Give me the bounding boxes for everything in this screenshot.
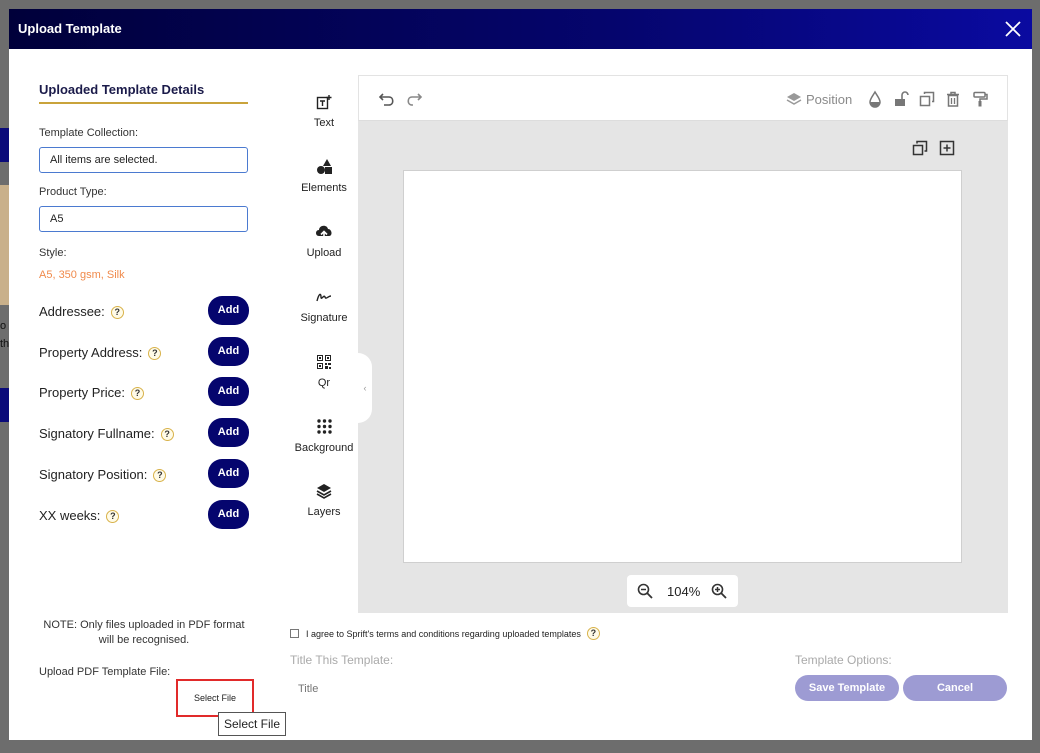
placeholder-row: Signatory Fullname:? Add: [39, 418, 249, 448]
trash-icon[interactable]: [944, 90, 962, 108]
help-icon[interactable]: ?: [130, 387, 144, 400]
help-icon[interactable]: ?: [110, 306, 124, 319]
placeholder-label: Property Price:: [39, 385, 125, 400]
template-options-label: Template Options:: [795, 653, 892, 667]
tool-label: Layers: [307, 506, 341, 518]
tool-label: Qr: [317, 377, 331, 389]
product-type-label: Product Type:: [39, 186, 107, 198]
design-canvas[interactable]: [403, 170, 962, 563]
upload-pdf-label: Upload PDF Template File:: [39, 666, 171, 678]
undo-icon[interactable]: [378, 90, 396, 108]
heading-underline: [39, 102, 248, 104]
tool-label: Elements: [301, 182, 347, 194]
help-icon[interactable]: ?: [153, 469, 167, 482]
help-icon[interactable]: ?: [160, 428, 174, 441]
zoom-control: 104%: [627, 575, 738, 607]
placeholder-label: Addressee:: [39, 304, 105, 319]
placeholder-row: Addressee:? Add: [39, 296, 249, 326]
zoom-out-icon[interactable]: [637, 583, 653, 599]
style-value: A5, 350 gsm, Silk: [39, 269, 125, 281]
cancel-button[interactable]: Cancel: [903, 675, 1007, 701]
redo-icon[interactable]: [405, 90, 423, 108]
duplicate-icon[interactable]: [918, 90, 936, 108]
pdf-format-note: NOTE: Only files uploaded in PDF format …: [43, 619, 245, 646]
close-icon[interactable]: [1004, 20, 1022, 38]
style-label: Style:: [39, 247, 67, 259]
qr-code-icon: [289, 351, 359, 373]
tool-text[interactable]: Text: [289, 91, 359, 129]
position-layers-icon[interactable]: [785, 90, 803, 108]
placeholder-row: Property Price:? Add: [39, 377, 249, 407]
paint-roller-icon[interactable]: [971, 90, 989, 108]
tool-label: Upload: [306, 247, 342, 259]
modal-header: Upload Template: [9, 9, 1032, 49]
help-icon[interactable]: ?: [148, 347, 162, 360]
placeholder-label: Signatory Position:: [39, 467, 148, 482]
signature-icon: [289, 286, 359, 308]
add-signatory-position-button[interactable]: Add: [208, 459, 249, 488]
placeholder-label: Property Address:: [39, 345, 143, 360]
tool-label: Signature: [300, 312, 348, 324]
select-file-tooltip: Select File: [218, 712, 286, 736]
opacity-drop-icon[interactable]: [866, 90, 884, 108]
layers-icon: [289, 480, 359, 502]
tool-layers[interactable]: Layers: [289, 480, 359, 518]
panel-heading: Uploaded Template Details: [39, 82, 205, 97]
template-title-input[interactable]: [290, 679, 590, 699]
dots-grid-icon: [289, 416, 359, 438]
copy-page-icon[interactable]: [912, 140, 928, 156]
tool-label: Background: [294, 442, 354, 454]
add-property-price-button[interactable]: Add: [208, 377, 249, 406]
collapse-tools-tab[interactable]: ‹: [358, 353, 372, 423]
tool-background[interactable]: Background: [289, 416, 359, 454]
unlock-icon[interactable]: [892, 90, 910, 108]
placeholder-row: Property Address:? Add: [39, 337, 249, 367]
tool-elements[interactable]: Elements: [289, 156, 359, 194]
position-label[interactable]: Position: [806, 92, 852, 107]
text-add-icon: [289, 91, 359, 113]
cloud-upload-icon: [289, 221, 359, 243]
shapes-icon: [289, 156, 359, 178]
placeholder-row: XX weeks:? Add: [39, 500, 249, 530]
tool-signature[interactable]: Signature: [289, 286, 359, 324]
tool-upload[interactable]: Upload: [289, 221, 359, 259]
terms-agreement: I agree to Sprift's terms and conditions…: [290, 627, 600, 640]
upload-template-modal: Upload Template Uploaded Template Detail…: [9, 9, 1032, 740]
add-xx-weeks-button[interactable]: Add: [208, 500, 249, 529]
terms-text: I agree to Sprift's terms and conditions…: [306, 629, 581, 639]
product-type-input[interactable]: A5: [39, 206, 248, 232]
add-page-icon[interactable]: [939, 140, 955, 156]
zoom-in-icon[interactable]: [711, 583, 727, 599]
background-page-text: o: [0, 320, 7, 332]
placeholder-row: Signatory Position:? Add: [39, 459, 249, 489]
template-collection-select[interactable]: All items are selected.: [39, 147, 248, 173]
editor-toolbar: Position: [358, 75, 1008, 121]
tool-qr[interactable]: Qr: [289, 351, 359, 389]
add-addressee-button[interactable]: Add: [208, 296, 249, 325]
placeholder-label: Signatory Fullname:: [39, 426, 155, 441]
save-template-button[interactable]: Save Template: [795, 675, 899, 701]
zoom-level: 104%: [667, 584, 701, 599]
modal-title: Upload Template: [18, 21, 122, 36]
add-property-address-button[interactable]: Add: [208, 337, 249, 366]
title-template-label: Title This Template:: [290, 653, 394, 667]
terms-checkbox[interactable]: [290, 629, 299, 638]
background-page-text: th: [0, 338, 10, 350]
placeholder-label: XX weeks:: [39, 508, 101, 523]
help-icon[interactable]: ?: [106, 510, 120, 523]
template-collection-label: Template Collection:: [39, 127, 139, 139]
add-signatory-fullname-button[interactable]: Add: [208, 418, 249, 447]
help-icon[interactable]: ?: [586, 627, 600, 640]
tool-label: Text: [313, 117, 335, 129]
design-editor: Position 104%: [358, 75, 1008, 613]
